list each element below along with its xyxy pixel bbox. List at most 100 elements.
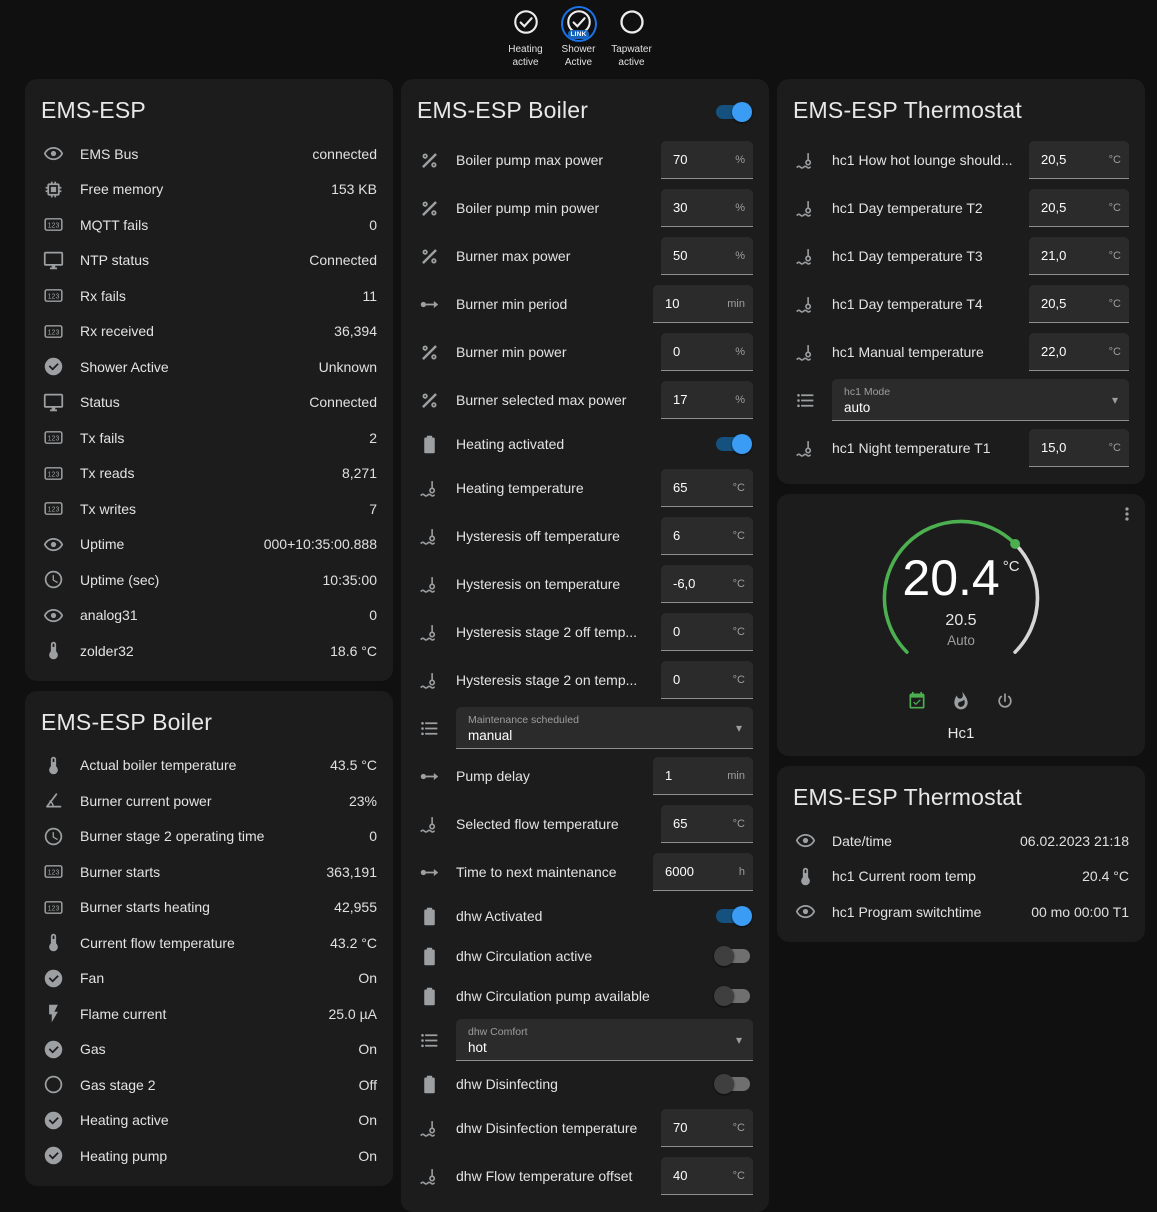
list-icon	[417, 716, 441, 740]
entity-row-boiler-pump-min-power: Boiler pump min power30%	[417, 184, 753, 232]
entity-value: On	[358, 1112, 377, 1128]
number-input-boiler-pump-max-power[interactable]: 70%	[661, 141, 753, 179]
number-input-hysteresis-on-temperature[interactable]: -6,0°C	[661, 565, 753, 603]
select-maintenance-scheduled[interactable]: Maintenance scheduledmanual▾	[456, 707, 753, 749]
card-title: EMS-ESP	[41, 87, 377, 136]
boiler-enabled-toggle[interactable]	[716, 105, 750, 119]
entity-row-fan[interactable]: FanOn	[41, 961, 377, 997]
entity-row-hc1-how-hot-lounge-should: hc1 How hot lounge should...20,5°C	[793, 136, 1129, 184]
entity-row-burner-starts-heating[interactable]: 123Burner starts heating42,955	[41, 890, 377, 926]
entity-row-tx-writes[interactable]: 123Tx writes7	[41, 491, 377, 527]
toggle-heating-activated[interactable]	[716, 437, 750, 451]
number-input-burner-min-period[interactable]: 10min	[653, 285, 753, 323]
number-input-selected-flow-temperature[interactable]: 65°C	[661, 805, 753, 843]
number-unit: °C	[1109, 298, 1121, 310]
entity-row-analog31[interactable]: analog310	[41, 598, 377, 634]
check-circle-icon	[41, 355, 65, 379]
toggle-dhw-disinfecting[interactable]	[716, 1077, 750, 1091]
entity-row-rx-received[interactable]: 123Rx received36,394	[41, 314, 377, 350]
select-label: dhw Comfort	[468, 1026, 723, 1038]
number-input-hc1-day-temperature-t3[interactable]: 21,0°C	[1029, 237, 1129, 275]
entity-row-mqtt-fails[interactable]: 123MQTT fails0	[41, 207, 377, 243]
entity-row-dhw-activated: dhw Activated	[417, 896, 753, 936]
thermo-water-icon	[793, 292, 817, 316]
entity-row-hc1-program-switchtime[interactable]: hc1 Program switchtime00 mo 00:00 T1	[793, 894, 1129, 930]
entity-row-burner-max-power: Burner max power50%	[417, 232, 753, 280]
ray-arrow-icon	[417, 860, 441, 884]
select-value: manual	[468, 728, 723, 743]
entity-rows: hc1 How hot lounge should...20,5°C hc1 Da…	[793, 136, 1129, 472]
number-input-dhw-flow-temperature-offset[interactable]: 40°C	[661, 1157, 753, 1195]
toggle-dhw-circulation-pump-available[interactable]	[716, 989, 750, 1003]
more-options-icon[interactable]	[1117, 504, 1137, 529]
number-input-burner-max-power[interactable]: 50%	[661, 237, 753, 275]
number-input-hc1-day-temperature-t4[interactable]: 20,5°C	[1029, 285, 1129, 323]
thermostat-dial[interactable]: 20.4°C 20.5 Auto	[871, 508, 1051, 688]
number-input-burner-min-power[interactable]: 0%	[661, 333, 753, 371]
number-input-hysteresis-off-temperature[interactable]: 6°C	[661, 517, 753, 555]
eye-icon	[793, 900, 817, 924]
glance-label: Tapwateractive	[611, 44, 652, 69]
current-temperature: 20.4°C	[902, 553, 1019, 603]
toggle-dhw-circulation-active[interactable]	[716, 949, 750, 963]
entity-row-date-time[interactable]: Date/time06.02.2023 21:18	[793, 823, 1129, 859]
number-input-dhw-disinfection-temperature[interactable]: 70°C	[661, 1109, 753, 1147]
entity-name: dhw Disinfection temperature	[456, 1120, 646, 1136]
number-input-hysteresis-stage-2-off-temp[interactable]: 0°C	[661, 613, 753, 651]
number-input-heating-temperature[interactable]: 65°C	[661, 469, 753, 507]
number-input-time-to-next-maintenance[interactable]: 6000h	[653, 853, 753, 891]
ray-arrow-icon	[417, 292, 441, 316]
glance-item-tapwater-active[interactable]: Tapwateractive	[608, 8, 656, 69]
entity-row-gas-stage-2[interactable]: Gas stage 2Off	[41, 1067, 377, 1103]
entity-rows: EMS BusconnectedFree memory153 KB123MQTT…	[41, 136, 377, 669]
mode-fire-button[interactable]	[951, 691, 971, 716]
number-value: 0	[673, 344, 680, 359]
entity-row-burner-starts[interactable]: 123Burner starts363,191	[41, 854, 377, 890]
number-input-boiler-pump-min-power[interactable]: 30%	[661, 189, 753, 227]
number-input-hc1-night-temperature-t1[interactable]: 15,0°C	[1029, 429, 1129, 467]
entity-row-tx-reads[interactable]: 123Tx reads8,271	[41, 456, 377, 492]
entity-row-status[interactable]: StatusConnected	[41, 385, 377, 421]
number-input-hc1-how-hot-lounge-should[interactable]: 20,5°C	[1029, 141, 1129, 179]
battery-icon	[417, 904, 441, 928]
number-input-pump-delay[interactable]: 1min	[653, 757, 753, 795]
entity-row-gas[interactable]: GasOn	[41, 1032, 377, 1068]
entity-row-uptime-sec[interactable]: Uptime (sec)10:35:00	[41, 562, 377, 598]
glance-item-heating-active[interactable]: Heatingactive	[502, 8, 550, 69]
entity-row-zolder32[interactable]: zolder3218.6 °C	[41, 633, 377, 669]
mode-power-button[interactable]	[995, 691, 1015, 716]
entity-row-free-memory[interactable]: Free memory153 KB	[41, 172, 377, 208]
entity-row-tx-fails[interactable]: 123Tx fails2	[41, 420, 377, 456]
entity-row-rx-fails[interactable]: 123Rx fails11	[41, 278, 377, 314]
entity-row-heating-active[interactable]: Heating activeOn	[41, 1103, 377, 1139]
entity-row-flame-current[interactable]: Flame current25.0 µA	[41, 996, 377, 1032]
mode-calendar-check-button[interactable]	[907, 691, 927, 716]
entity-row-uptime[interactable]: Uptime000+10:35:00.888	[41, 527, 377, 563]
glance-item-shower-active[interactable]: LINKShowerActive	[555, 8, 603, 69]
entity-row-burner-stage-2-operating-time[interactable]: Burner stage 2 operating time0	[41, 819, 377, 855]
number-input-hc1-day-temperature-t2[interactable]: 20,5°C	[1029, 189, 1129, 227]
number-value: -6,0	[673, 576, 695, 591]
number-input-burner-selected-max-power[interactable]: 17%	[661, 381, 753, 419]
entity-row-ntp-status[interactable]: NTP statusConnected	[41, 243, 377, 279]
entity-row-hc1-current-room-temp[interactable]: hc1 Current room temp20.4 °C	[793, 859, 1129, 895]
number-value: 20,5	[1041, 200, 1066, 215]
entity-row-actual-boiler-temperature[interactable]: Actual boiler temperature43.5 °C	[41, 748, 377, 784]
glance-icon-wrap: LINK	[563, 8, 595, 40]
toggle-thumb	[732, 434, 752, 454]
number-input-hc1-manual-temperature[interactable]: 22,0°C	[1029, 333, 1129, 371]
entity-row-burner-current-power[interactable]: Burner current power23%	[41, 783, 377, 819]
entity-name: hc1 Manual temperature	[832, 344, 1014, 360]
memory-icon	[41, 177, 65, 201]
entity-row-ems-bus[interactable]: EMS Busconnected	[41, 136, 377, 172]
select-dhw-comfort[interactable]: dhw Comforthot▾	[456, 1019, 753, 1061]
entity-row-current-flow-temperature[interactable]: Current flow temperature43.2 °C	[41, 925, 377, 961]
number-input-hysteresis-stage-2-on-temp[interactable]: 0°C	[661, 661, 753, 699]
select-hc1-mode[interactable]: hc1 Modeauto▾	[832, 379, 1129, 421]
entity-row-shower-active[interactable]: Shower ActiveUnknown	[41, 349, 377, 385]
number-value: 65	[673, 816, 687, 831]
toggle-dhw-activated[interactable]	[716, 909, 750, 923]
entity-row-hc1-day-temperature-t4: hc1 Day temperature T420,5°C	[793, 280, 1129, 328]
entity-row-heating-pump[interactable]: Heating pumpOn	[41, 1138, 377, 1174]
counter-icon: 123	[41, 461, 65, 485]
